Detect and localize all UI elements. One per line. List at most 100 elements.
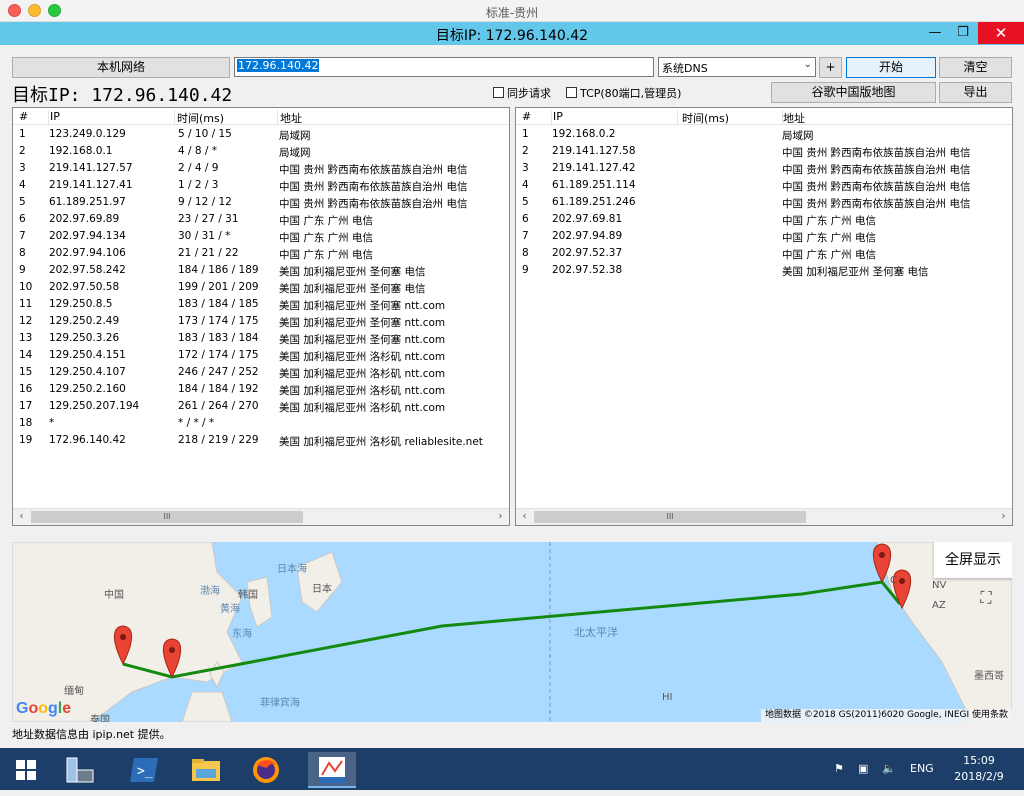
col-addr[interactable]: 地址	[280, 110, 508, 125]
tcp-checkbox[interactable]: TCP(80端口,管理员)	[566, 85, 681, 101]
table-row[interactable]: 11 129.250.8.5 183 / 184 / 185 美国 加利福尼亚州 圣何…	[13, 296, 509, 313]
table-row[interactable]: 3 219.141.127.42 中国 贵州 黔西南布依族苗族自治州 电信	[516, 160, 1012, 177]
col-time[interactable]: 时间(ms)	[682, 110, 783, 125]
scroll-left-icon[interactable]: ‹	[14, 511, 29, 522]
table-row[interactable]: 4 61.189.251.114 中国 贵州 黔西南布依族苗族自治州 电信	[516, 177, 1012, 194]
trace-table-left[interactable]: # IP 时间(ms) 地址 1 123.249.0.129 5 / 10 / 15…	[12, 107, 510, 526]
map-label-c: C	[890, 575, 897, 586]
tray-flag-icon[interactable]: ⚑	[834, 762, 844, 775]
hop-number: 13	[19, 332, 33, 344]
hop-time: 21 / 21 / 22	[178, 247, 239, 259]
horizontal-scrollbar[interactable]: ‹ III ›	[516, 508, 1012, 525]
ip-input[interactable]: 172.96.140.42	[234, 57, 654, 77]
table-row[interactable]: 7 202.97.94.89 中国 广东 广州 电信	[516, 228, 1012, 245]
table-row[interactable]: 9 202.97.58.242 184 / 186 / 189 美国 加利福尼亚州 圣…	[13, 262, 509, 279]
tray-volume-icon[interactable]: 🔈	[882, 762, 896, 775]
dns-select[interactable]: 系统DNS ⌄	[658, 57, 816, 77]
hop-number: 16	[19, 383, 33, 395]
local-network-button[interactable]: 本机网络	[12, 57, 230, 78]
hop-ip: 172.96.140.42	[49, 434, 126, 446]
table-row[interactable]: 5 61.189.251.97 9 / 12 / 12 中国 贵州 黔西南布依族苗族自…	[13, 194, 509, 211]
scroll-left-icon[interactable]: ‹	[517, 511, 532, 522]
col-num[interactable]: #	[522, 110, 552, 125]
hop-ip: 219.141.127.41	[49, 179, 133, 191]
hop-ip: 192.168.0.1	[49, 145, 113, 157]
table-row[interactable]: 15 129.250.4.107 246 / 247 / 252 美国 加利福尼亚州 …	[13, 364, 509, 381]
table-row[interactable]: 10 202.97.50.58 199 / 201 / 209 美国 加利福尼亚州 圣…	[13, 279, 509, 296]
restore-button[interactable]: ❐	[948, 22, 978, 44]
scroll-right-icon[interactable]: ›	[493, 511, 508, 522]
table-row[interactable]: 9 202.97.52.38 美国 加利福尼亚州 圣何塞 电信	[516, 262, 1012, 279]
hop-ip: 61.189.251.114	[552, 179, 636, 191]
hop-address: 美国 加利福尼亚州 圣何塞 电信	[279, 283, 426, 295]
language-indicator[interactable]: ENG	[910, 762, 934, 775]
route-map[interactable]: 中国 韩国 日本 渤海 黄海 东海 日本海 北太平洋 菲律宾海 缅甸 泰国 NV…	[12, 542, 1012, 722]
hop-ip: 219.141.127.42	[552, 162, 636, 174]
col-ip[interactable]: IP	[49, 110, 175, 125]
file-explorer-icon[interactable]	[184, 752, 228, 788]
clear-button[interactable]: 清空	[939, 57, 1012, 78]
hop-ip: 123.249.0.129	[49, 128, 126, 140]
table-row[interactable]: 18 * * / * / *	[13, 415, 509, 432]
export-button[interactable]: 导出	[939, 82, 1012, 103]
hop-address: 美国 加利福尼亚州 洛杉矶 ntt.com	[279, 385, 446, 397]
hop-time: 30 / 31 / *	[178, 230, 231, 242]
clock-time: 15:09	[963, 754, 995, 767]
table-row[interactable]: 19 172.96.140.42 218 / 219 / 229 美国 加利福尼亚州 …	[13, 432, 509, 449]
col-addr[interactable]: 地址	[783, 110, 1011, 125]
tcp-label: TCP(80端口,管理员)	[580, 87, 682, 100]
add-dns-button[interactable]: +	[819, 57, 842, 78]
table-row[interactable]: 6 202.97.69.81 中国 广东 广州 电信	[516, 211, 1012, 228]
server-manager-icon[interactable]	[58, 752, 102, 788]
hop-number: 3	[522, 162, 529, 174]
besttrace-app-icon[interactable]	[308, 752, 356, 788]
scroll-right-icon[interactable]: ›	[996, 511, 1011, 522]
google-china-map-button[interactable]: 谷歌中国版地图	[771, 82, 936, 103]
table-row[interactable]: 5 61.189.251.246 中国 贵州 黔西南布依族苗族自治州 电信	[516, 194, 1012, 211]
table-row[interactable]: 7 202.97.94.134 30 / 31 / * 中国 广东 广州 电信	[13, 228, 509, 245]
table-row[interactable]: 17 129.250.207.194 261 / 264 / 270 美国 加利福尼亚…	[13, 398, 509, 415]
fullscreen-icon[interactable]: ⛶	[974, 588, 998, 612]
sync-request-checkbox[interactable]: 同步请求	[493, 85, 551, 101]
table-row[interactable]: 16 129.250.2.160 184 / 184 / 192 美国 加利福尼亚州 …	[13, 381, 509, 398]
table-row[interactable]: 1 192.168.0.2 局域网	[516, 126, 1012, 143]
tray-network-icon[interactable]: ▣	[858, 762, 868, 775]
table-row[interactable]: 6 202.97.69.89 23 / 27 / 31 中国 广东 广州 电信	[13, 211, 509, 228]
table-row[interactable]: 14 129.250.4.151 172 / 174 / 175 美国 加利福尼亚州 …	[13, 347, 509, 364]
table-row[interactable]: 2 219.141.127.58 中国 贵州 黔西南布依族苗族自治州 电信	[516, 143, 1012, 160]
hop-ip: 202.97.94.134	[49, 230, 126, 242]
footer-note: 地址数据信息由 ipip.net 提供。	[12, 728, 171, 741]
hop-number: 8	[19, 247, 26, 259]
powershell-icon[interactable]: >_	[122, 752, 166, 788]
hop-number: 7	[19, 230, 26, 242]
col-num[interactable]: #	[19, 110, 49, 125]
close-button[interactable]: ✕	[978, 22, 1024, 44]
table-row[interactable]: 3 219.141.127.57 2 / 4 / 9 中国 贵州 黔西南布依族苗族自治…	[13, 160, 509, 177]
map-label-sea-of-japan: 日本海	[277, 564, 307, 575]
clock[interactable]: 15:09 2018/2/9	[944, 753, 1014, 785]
start-button[interactable]: 开始	[846, 57, 936, 78]
hop-time: 246 / 247 / 252	[178, 366, 259, 378]
horizontal-scrollbar[interactable]: ‹ III ›	[13, 508, 509, 525]
map-credit[interactable]: 地图数据 ©2018 GS(2011)6020 Google, INEGI 使用…	[760, 709, 1012, 722]
table-row[interactable]: 2 192.168.0.1 4 / 8 / * 局域网	[13, 143, 509, 160]
col-time[interactable]: 时间(ms)	[177, 110, 278, 125]
table-row[interactable]: 1 123.249.0.129 5 / 10 / 15 局域网	[13, 126, 509, 143]
minimize-button[interactable]: —	[920, 22, 950, 44]
hop-time: 172 / 174 / 175	[178, 349, 259, 361]
hop-address: 美国 加利福尼亚州 洛杉矶 ntt.com	[279, 351, 446, 363]
app-window: 标准-贵州 目标IP: 172.96.140.42 — ❐ ✕ 本机网络 172…	[0, 0, 1024, 748]
trace-table-right[interactable]: # IP 时间(ms) 地址 1 192.168.0.2 局域网 2 219.141.1…	[515, 107, 1013, 526]
table-row[interactable]: 12 129.250.2.49 173 / 174 / 175 美国 加利福尼亚州 圣…	[13, 313, 509, 330]
windows-start-icon[interactable]	[4, 752, 48, 788]
table-row[interactable]: 13 129.250.3.26 183 / 183 / 184 美国 加利福尼亚州 圣…	[13, 330, 509, 347]
col-ip[interactable]: IP	[552, 110, 678, 125]
table-row[interactable]: 8 202.97.94.106 21 / 21 / 22 中国 广东 广州 电信	[13, 245, 509, 262]
table-row[interactable]: 8 202.97.52.37 中国 广东 广州 电信	[516, 245, 1012, 262]
fullscreen-button[interactable]: 全屏显示	[934, 542, 1012, 578]
table-row[interactable]: 4 219.141.127.41 1 / 2 / 3 中国 贵州 黔西南布依族苗族自治…	[13, 177, 509, 194]
scroll-thumb[interactable]: III	[534, 511, 806, 523]
scroll-thumb[interactable]: III	[31, 511, 303, 523]
hop-time: 4 / 8 / *	[178, 145, 218, 157]
firefox-icon[interactable]	[244, 752, 288, 788]
